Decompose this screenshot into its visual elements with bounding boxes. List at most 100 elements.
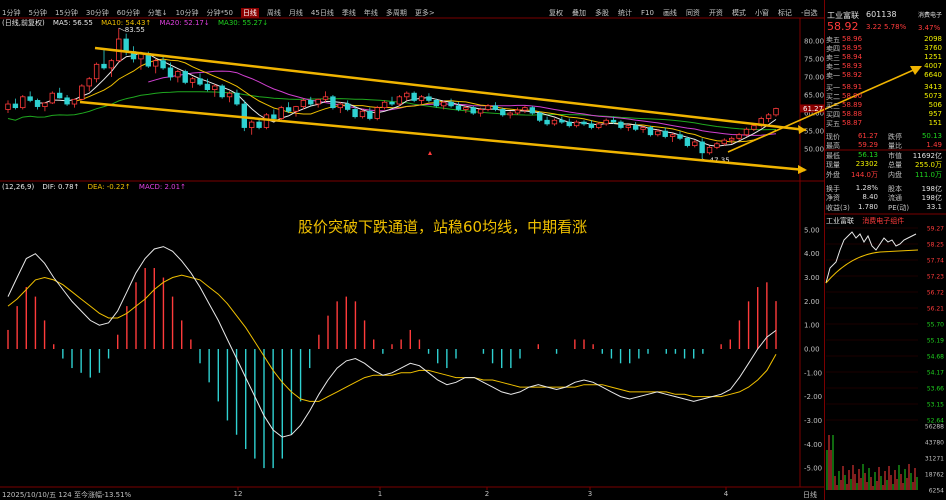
candle-body [537, 112, 543, 121]
ob-price: 58.89 [842, 101, 863, 109]
ask-row: 卖二 58.93 4007 [826, 62, 944, 71]
macd-label: MACD: 2.01↑ [138, 183, 186, 191]
ob-volume: 5073 [924, 92, 942, 100]
channel-lower-arrowhead [798, 165, 807, 174]
candle-body [662, 130, 668, 137]
stat-row: 最高 59.29 量比 1.49 [826, 141, 944, 150]
candle-body [418, 96, 425, 101]
stat-value: 1.49 [926, 141, 942, 150]
candle-body [153, 60, 159, 67]
candle-body [108, 60, 115, 69]
candle-body [241, 103, 247, 128]
price-axis-tick: 65.00 [804, 92, 824, 100]
dea-line [7, 274, 777, 402]
bid-row: 买三 58.89 506 [826, 101, 944, 110]
candle-body [308, 100, 314, 105]
price-change-pct: 5.78% [884, 23, 907, 31]
candle-body [566, 121, 572, 127]
candle-body [647, 127, 654, 136]
candle-body [256, 121, 262, 128]
top-right-tag: 消费电子 [918, 12, 943, 19]
candle-body [189, 78, 196, 83]
stat-value: 50.13 [921, 132, 942, 140]
candle-body [559, 119, 565, 123]
candle-body [374, 107, 380, 119]
ob-label: 卖一 [826, 72, 840, 80]
ob-price: 58.94 [842, 53, 863, 61]
signal-marker [428, 151, 432, 155]
stat-value: 61.27 [857, 132, 878, 140]
candle-body [677, 134, 683, 139]
candle-body [271, 114, 277, 119]
mini-tab-stock[interactable]: 工业富联 [826, 217, 854, 225]
x-axis-tick-label: 3 [588, 490, 592, 498]
bid-row: 买二 58.90 5073 [826, 92, 944, 101]
bid-row: 买四 58.88 957 [826, 110, 944, 119]
x-axis-tick-label: 12 [234, 490, 243, 498]
price-axis-tick: 55.00 [804, 128, 824, 136]
ob-price: 58.93 [842, 62, 863, 70]
dif-label: DIF: 0.78↑ [42, 183, 80, 191]
mini-chart-tabs: 工业富联 消费电子组件 [826, 216, 944, 226]
candle-body [514, 109, 521, 114]
stat-label: 内盘 [888, 170, 902, 179]
ob-price: 58.91 [842, 83, 863, 91]
macd-indicator-row: (12,26,9) DIF: 0.78↑ DEA: -0.22↑ MACD: 2… [2, 183, 192, 192]
candle-body [86, 78, 92, 87]
bid-row: 买一 58.91 3413 [826, 83, 944, 92]
candle-body [573, 121, 580, 127]
candle-body [263, 114, 270, 128]
macd-axis-tick: -3.00 [804, 417, 822, 425]
candle-body [293, 106, 299, 112]
candle-body [596, 123, 602, 128]
candle-body [71, 98, 78, 105]
candle-body [315, 98, 321, 105]
candle-body [751, 125, 757, 130]
ob-price: 58.92 [842, 71, 863, 79]
ob-price: 58.87 [842, 119, 863, 127]
period-label-bottom: 日线 [803, 491, 817, 499]
ask-row: 卖一 58.92 6640 [826, 71, 944, 80]
candle-body [93, 63, 100, 80]
candle-body [381, 101, 388, 109]
ob-volume: 4007 [924, 62, 942, 70]
candle-body [175, 71, 181, 78]
ob-volume: 1251 [924, 53, 942, 61]
ask-row: 卖五 58.96 2098 [826, 35, 944, 44]
stat-value: 144.0万 [850, 170, 878, 179]
candle-body [640, 127, 646, 130]
stat-label: PE(动) [888, 203, 910, 212]
candle-body [219, 85, 225, 98]
mini-tab-sector[interactable]: 消费电子组件 [862, 217, 904, 225]
ob-price: 58.90 [842, 92, 863, 100]
candle-body [633, 125, 639, 130]
candle-body [12, 103, 19, 109]
ask-row: 卖四 58.95 3760 [826, 44, 944, 53]
ob-price: 58.95 [842, 44, 863, 52]
candle-body [226, 92, 233, 98]
candle-body [345, 103, 351, 110]
macd-axis-tick: -1.00 [804, 369, 822, 377]
candle-body [330, 96, 336, 109]
macd-axis-tick: -5.00 [804, 465, 822, 473]
price-axis-tick: 50.00 [804, 146, 824, 154]
stat-row: 现价 61.27 跌停 50.13 [826, 132, 944, 141]
channel-lower-line [79, 100, 806, 172]
candle-body [655, 130, 661, 136]
candle-body [182, 71, 188, 83]
candle-body [551, 119, 558, 125]
macd-axis-tick: -2.00 [804, 393, 822, 401]
candle-body [167, 67, 174, 78]
candle-body [618, 121, 624, 128]
candle-body [699, 141, 705, 154]
current-price: 58.92 [827, 20, 859, 33]
ob-price: 58.88 [842, 110, 863, 118]
candle-body [411, 92, 417, 101]
candle-body [470, 107, 476, 114]
ob-volume: 6640 [924, 71, 942, 79]
channel-upper-line [94, 46, 807, 132]
x-axis-tick-label: 2 [485, 490, 489, 498]
stat-value: 59.29 [857, 141, 878, 150]
candle-body [160, 60, 166, 69]
stat-row: 外盘 144.0万 内盘 111.0万 [826, 170, 944, 179]
